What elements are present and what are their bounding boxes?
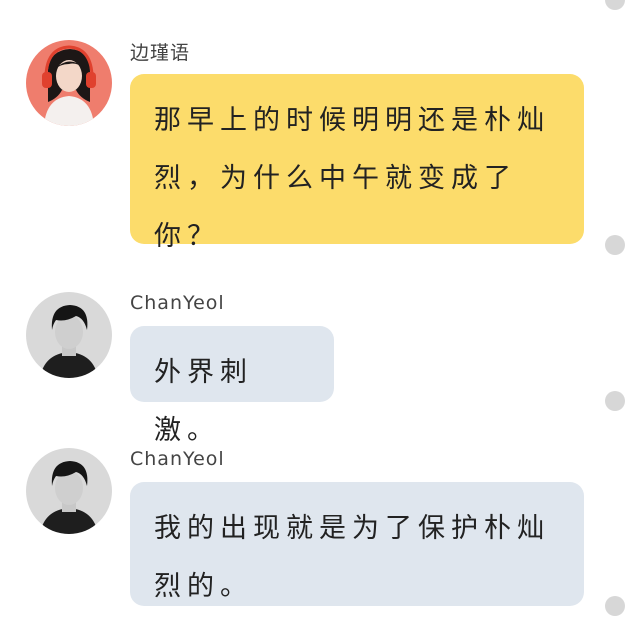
young-man-portrait-avatar: [26, 448, 112, 534]
status-dot: [605, 235, 625, 255]
avatar-girl-headphones[interactable]: [26, 40, 112, 126]
message-bubble[interactable]: 我的出现就是为了保护朴灿烈的。: [130, 482, 584, 606]
sender-name: ChanYeol: [130, 292, 225, 314]
girl-with-headphones-avatar: [26, 40, 112, 126]
status-dot: [605, 391, 625, 411]
message-bubble[interactable]: 外界刺激。: [130, 326, 334, 446]
sender-name: 边瑾语: [130, 42, 191, 64]
sender-name: ChanYeol: [130, 448, 225, 470]
status-dot: [605, 596, 625, 616]
avatar-chanyeol[interactable]: [26, 448, 112, 534]
message-bubble[interactable]: 那早上的时候明明还是朴灿烈，为什么中午就变成了你？: [130, 74, 584, 252]
avatar-chanyeol[interactable]: [26, 292, 112, 378]
young-man-portrait-avatar: [26, 292, 112, 378]
status-dot: [605, 0, 625, 10]
